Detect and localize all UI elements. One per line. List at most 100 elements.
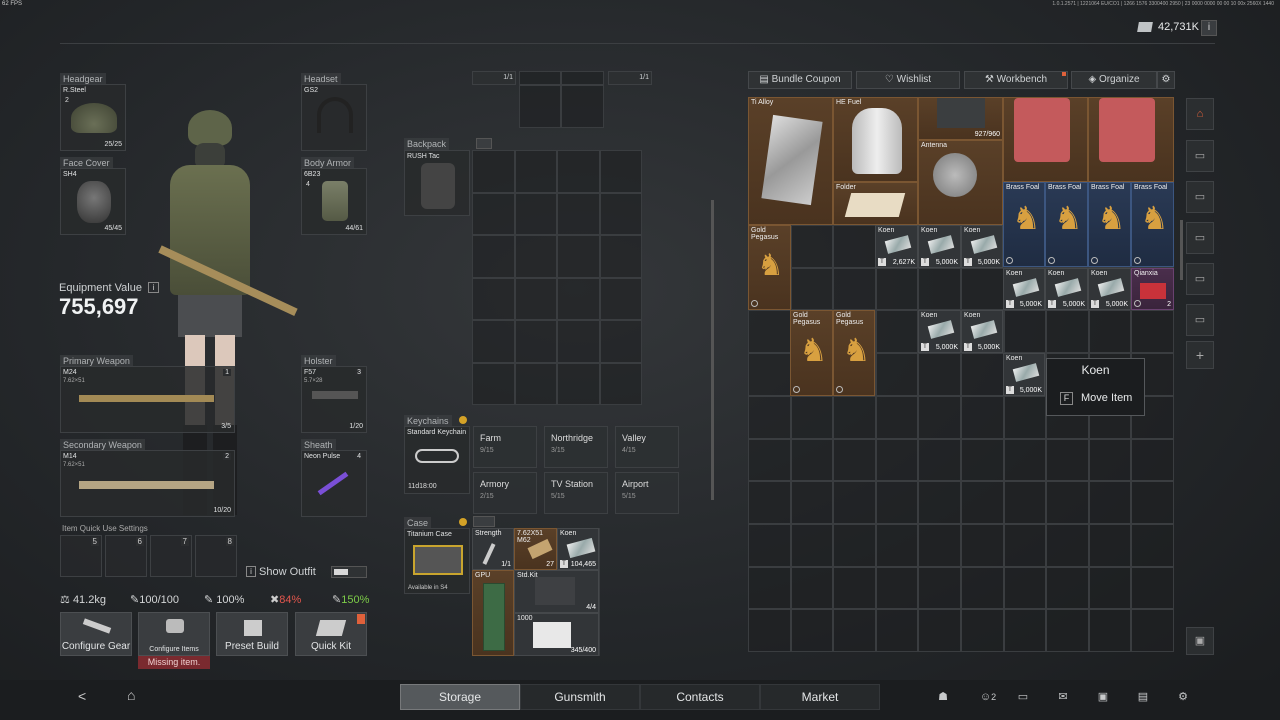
- grid-cell[interactable]: [1088, 438, 1132, 482]
- workbench-tab[interactable]: ⚒ Workbench: [964, 71, 1068, 89]
- grid-cell[interactable]: [472, 277, 515, 320]
- info-icon[interactable]: i: [1201, 20, 1217, 36]
- grid-cell[interactable]: [1003, 481, 1047, 524]
- grid-cell[interactable]: [790, 225, 834, 268]
- lock-icon[interactable]: [476, 138, 492, 149]
- grid-cell[interactable]: [790, 481, 834, 524]
- quick-slot[interactable]: 7: [150, 535, 192, 577]
- grid-cell[interactable]: [833, 523, 876, 567]
- grid-cell[interactable]: [960, 609, 1004, 652]
- grid-cell[interactable]: [833, 609, 876, 652]
- mail-icon[interactable]: ✉: [1054, 688, 1072, 706]
- grid-cell[interactable]: [557, 150, 600, 193]
- ti-alloy-item[interactable]: Ti Alloy: [748, 97, 833, 225]
- grid-cell[interactable]: [472, 192, 515, 235]
- grid-cell[interactable]: [1131, 438, 1174, 482]
- grid-cell[interactable]: [1003, 395, 1047, 439]
- storage-page-icon[interactable]: ▭: [1186, 222, 1214, 254]
- grid-cell[interactable]: [748, 481, 791, 524]
- gold-pegasus-item[interactable]: Gold Pegasus ♞: [790, 310, 833, 396]
- grid-cell[interactable]: [514, 277, 557, 320]
- koen-item[interactable]: Koen T 5,000K: [1003, 353, 1045, 396]
- grid-cell[interactable]: [472, 320, 515, 363]
- body-armor-slot[interactable]: 6B23 4 44/61: [301, 168, 367, 235]
- preset-build-button[interactable]: Preset Build: [216, 612, 288, 656]
- grid-cell[interactable]: [599, 235, 642, 278]
- storage-scrollbar[interactable]: [1180, 220, 1183, 280]
- grid-cell[interactable]: [514, 320, 557, 363]
- grid-cell[interactable]: [557, 235, 600, 278]
- grid-cell[interactable]: [1131, 310, 1174, 354]
- container-slot[interactable]: 1/1: [472, 71, 516, 85]
- brass-foal-item[interactable]: Brass Foal ♞: [1045, 182, 1088, 267]
- grid-cell[interactable]: [557, 362, 600, 405]
- grid-cell[interactable]: [790, 523, 834, 567]
- grid-cell[interactable]: [833, 225, 876, 268]
- keychain-slot[interactable]: Standard Keychain 11d18:00: [404, 426, 470, 494]
- koen-item[interactable]: Koen T 5,000K: [961, 310, 1003, 353]
- grid-cell[interactable]: [833, 267, 876, 311]
- he-fuel-item[interactable]: HE Fuel: [833, 97, 918, 182]
- key-slot[interactable]: Airport 5/15: [615, 472, 679, 514]
- tab-market[interactable]: Market: [760, 684, 880, 710]
- koen-item[interactable]: Koen T 104,465: [557, 528, 599, 570]
- koen-item[interactable]: Koen T 5,000K: [1003, 268, 1045, 310]
- grid-cell[interactable]: [875, 438, 919, 482]
- brass-foal-item[interactable]: Brass Foal ♞: [1088, 182, 1131, 267]
- grid-cell[interactable]: [918, 481, 961, 524]
- grid-cell[interactable]: [472, 150, 515, 193]
- koen-item[interactable]: Koen T 5,000K: [918, 310, 961, 353]
- koen-item[interactable]: Koen T 5,000K: [1088, 268, 1131, 310]
- grid-cell[interactable]: [960, 566, 1004, 610]
- grid-cell[interactable]: [918, 395, 961, 439]
- grid-cell[interactable]: [833, 566, 876, 610]
- grid-cell[interactable]: [960, 395, 1004, 439]
- koen-item[interactable]: Koen T 5,000K: [961, 225, 1003, 268]
- quick-slot[interactable]: 5: [60, 535, 102, 577]
- grid-cell[interactable]: [748, 609, 791, 652]
- key-slot[interactable]: Northridge 3/15: [544, 426, 608, 468]
- grid-cell[interactable]: [1046, 609, 1089, 652]
- qianxia-item[interactable]: Qianxia 2: [1131, 268, 1174, 310]
- grid-cell[interactable]: [1046, 438, 1089, 482]
- grid-cell[interactable]: [875, 481, 919, 524]
- grid-cell[interactable]: [918, 523, 961, 567]
- grid-cell[interactable]: [748, 523, 791, 567]
- koen-item[interactable]: Koen T 5,000K: [918, 225, 961, 268]
- grid-cell[interactable]: [960, 353, 1004, 396]
- grid-cell[interactable]: [960, 523, 1004, 567]
- grid-cell[interactable]: [599, 192, 642, 235]
- case-slot[interactable]: Titanium Case Available in S4: [404, 528, 470, 594]
- grid-cell[interactable]: [599, 362, 642, 405]
- squad-icon[interactable]: ☗: [934, 688, 952, 706]
- grid-cell[interactable]: [790, 395, 834, 439]
- grid-cell[interactable]: [748, 310, 791, 354]
- container-slot[interactable]: 1/1: [608, 71, 652, 85]
- friends-icon[interactable]: ☺2: [976, 688, 1000, 706]
- storage-page-icon[interactable]: ▭: [1186, 263, 1214, 295]
- grid-cell[interactable]: [1131, 566, 1174, 610]
- grid-cell[interactable]: [790, 267, 834, 311]
- grid-cell[interactable]: [1088, 523, 1132, 567]
- tab-storage[interactable]: Storage: [400, 684, 520, 710]
- grid-cell[interactable]: [875, 395, 919, 439]
- primary-weapon-slot[interactable]: M24 7.62×51 1 3/5: [60, 366, 235, 433]
- headgear-slot[interactable]: R.Steel 2 25/25: [60, 84, 126, 151]
- tooltip-action[interactable]: Move Item: [1081, 392, 1132, 404]
- grid-cell[interactable]: [514, 362, 557, 405]
- koen-item[interactable]: Koen T 5,000K: [1045, 268, 1088, 310]
- grid-cell[interactable]: [514, 192, 557, 235]
- grid-cell[interactable]: [918, 267, 961, 311]
- storage-page-icon[interactable]: ▭: [1186, 304, 1214, 336]
- grid-cell[interactable]: [1088, 566, 1132, 610]
- grid-cell[interactable]: [1003, 438, 1047, 482]
- grid-cell[interactable]: [599, 150, 642, 193]
- grid-cell[interactable]: [833, 438, 876, 482]
- face-cover-slot[interactable]: SH4 45/45: [60, 168, 126, 235]
- grid-cell[interactable]: [1088, 609, 1132, 652]
- shop-icon[interactable]: ▣: [1094, 688, 1112, 706]
- configure-items-button[interactable]: Configure Items: [138, 612, 210, 656]
- secondary-weapon-slot[interactable]: M14 7.62×51 2 10/20: [60, 450, 235, 517]
- grid-cell[interactable]: [1131, 523, 1174, 567]
- grid-cell[interactable]: [557, 192, 600, 235]
